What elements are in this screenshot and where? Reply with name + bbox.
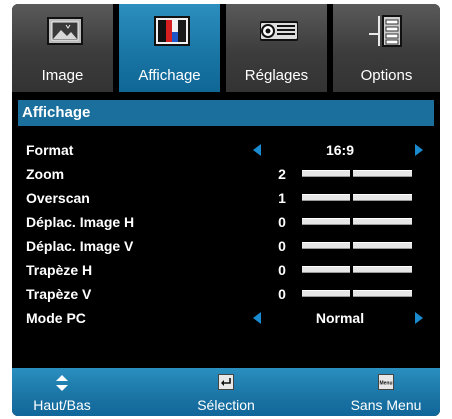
slider-track xyxy=(302,290,412,297)
setting-slider[interactable] xyxy=(302,289,412,299)
setting-slider[interactable] xyxy=(302,265,412,275)
setting-slider[interactable] xyxy=(302,193,412,203)
setting-row-image-shift-h[interactable]: Déplac. Image H 0 xyxy=(12,210,440,234)
setting-row-pc-mode[interactable]: Mode PC Normal xyxy=(12,306,440,330)
setting-row-overscan[interactable]: Overscan 1 xyxy=(12,186,440,210)
slider-track xyxy=(302,194,412,201)
slider-knob[interactable] xyxy=(350,169,353,179)
menu-key-icon: Menu xyxy=(378,374,394,390)
setting-slider[interactable] xyxy=(302,241,412,251)
arrow-right-icon[interactable] xyxy=(412,310,426,326)
tab-affichage-label: Affichage xyxy=(138,67,201,84)
footer-updown: Haut/Bas xyxy=(12,368,112,416)
setting-label: Trapèze H xyxy=(26,262,93,278)
setting-label: Trapèze V xyxy=(26,286,92,302)
setting-row-zoom[interactable]: Zoom 2 xyxy=(12,162,440,186)
setting-value: 16:9 xyxy=(325,142,355,158)
setting-value: 0 xyxy=(278,286,286,302)
footer-menu-label: Sans Menu xyxy=(350,397,422,413)
setting-slider[interactable] xyxy=(302,169,412,179)
enter-key-icon xyxy=(218,374,234,390)
options-icon xyxy=(369,15,402,47)
slider-track xyxy=(302,218,412,225)
setting-row-keystone-v[interactable]: Trapèze V 0 xyxy=(12,282,440,306)
footer-help-bar: Haut/Bas Sélection Menu Sans Menu xyxy=(12,368,440,416)
setting-label: Overscan xyxy=(26,190,90,206)
tab-reglages-label: Réglages xyxy=(244,67,309,84)
settings-panel: Affichage Format 16:9 Zoom 2 Overscan 1 xyxy=(12,92,440,368)
slider-knob[interactable] xyxy=(350,241,353,251)
setting-row-image-shift-v[interactable]: Déplac. Image V 0 xyxy=(12,234,440,258)
tab-reglages[interactable]: Réglages xyxy=(226,4,330,92)
setting-value: 0 xyxy=(278,262,286,278)
tab-options-label: Options xyxy=(360,67,413,84)
setting-value: 2 xyxy=(278,166,286,182)
setting-slider[interactable] xyxy=(302,217,412,227)
slider-track xyxy=(302,170,412,177)
tab-options[interactable]: Options xyxy=(333,4,440,92)
setting-value: 0 xyxy=(278,214,286,230)
projector-icon xyxy=(260,21,298,41)
slider-knob[interactable] xyxy=(350,217,353,227)
slider-track xyxy=(302,266,412,273)
setting-label: Déplac. Image V xyxy=(26,238,134,254)
slider-knob[interactable] xyxy=(350,289,353,299)
panel-title: Affichage xyxy=(18,100,434,126)
footer-select-label: Sélection xyxy=(197,397,255,413)
slider-knob[interactable] xyxy=(350,265,353,275)
slider-knob[interactable] xyxy=(350,193,353,203)
picture-icon xyxy=(47,17,83,45)
slider-track xyxy=(302,242,412,249)
setting-value: 1 xyxy=(278,190,286,206)
setting-label: Zoom xyxy=(26,166,65,182)
up-down-arrows-icon xyxy=(56,375,68,391)
osd-menu: Image Affichage Réglages Options Afficha… xyxy=(12,4,440,416)
arrow-left-icon[interactable] xyxy=(250,310,264,326)
tab-image-label: Image xyxy=(41,67,84,84)
arrow-left-icon[interactable] xyxy=(250,142,264,158)
arrow-right-icon[interactable] xyxy=(412,142,426,158)
setting-value: Normal xyxy=(315,310,365,326)
tab-bar: Image Affichage Réglages Options xyxy=(12,4,440,92)
color-bars-icon xyxy=(154,16,190,46)
setting-row-format[interactable]: Format 16:9 xyxy=(12,138,440,162)
menu-key-text: Menu xyxy=(379,381,392,387)
setting-row-keystone-h[interactable]: Trapèze H 0 xyxy=(12,258,440,282)
setting-label: Mode PC xyxy=(26,310,86,326)
tab-affichage[interactable]: Affichage xyxy=(119,4,223,92)
setting-label: Déplac. Image H xyxy=(26,214,135,230)
setting-label: Format xyxy=(26,142,74,158)
footer-select: Sélection xyxy=(176,368,276,416)
footer-menu: Menu Sans Menu xyxy=(332,368,440,416)
footer-updown-label: Haut/Bas xyxy=(33,397,91,413)
tab-image[interactable]: Image xyxy=(12,4,116,92)
setting-value: 0 xyxy=(278,238,286,254)
